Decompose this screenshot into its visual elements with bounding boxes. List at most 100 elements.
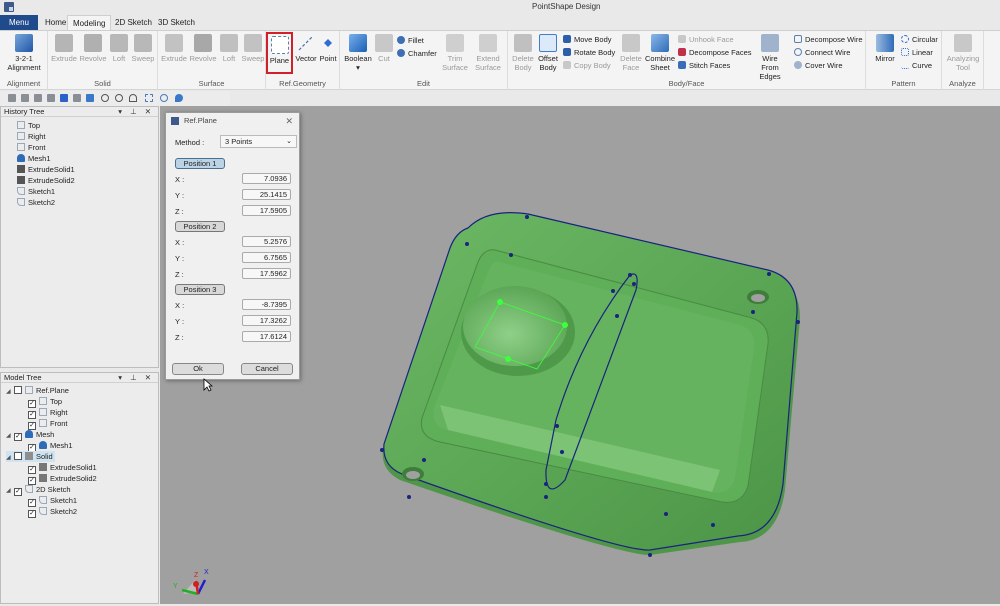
surface-revolve-button[interactable]: Revolve [189, 34, 217, 63]
expand-arrow-icon[interactable]: ◢ [6, 453, 14, 464]
connect-wire-button[interactable]: Connect Wire [794, 47, 850, 59]
position-1-button[interactable]: Position 1 [175, 158, 225, 169]
zoom-icon[interactable] [160, 94, 168, 102]
history-item[interactable]: Sketch1 [17, 186, 55, 197]
plane-point-3[interactable] [505, 356, 511, 362]
extend-surface-button[interactable]: Extend Surface [472, 34, 504, 72]
history-item[interactable]: ExtrudeSolid2 [17, 175, 75, 186]
position-3-y-field[interactable]: 17.3262 [242, 315, 291, 326]
fillet-button[interactable]: Fillet [397, 35, 424, 47]
mirror-button[interactable]: Mirror [872, 34, 898, 63]
dialog-close-button[interactable]: ✕ [285, 113, 293, 129]
surface-sweep-button[interactable]: Sweep [240, 34, 266, 63]
plane-point-2[interactable] [562, 322, 568, 328]
point-button[interactable]: Point [317, 34, 339, 63]
position-1-x-field[interactable]: 7.0936 [242, 173, 291, 184]
visibility-checkbox[interactable]: ✓ [14, 488, 22, 496]
solid-extrude-button[interactable]: Extrude [51, 34, 77, 63]
ok-button[interactable]: Ok [172, 363, 224, 375]
visibility-checkbox[interactable]: ✓ [14, 433, 22, 441]
stitch-faces-button[interactable]: Stitch Faces [678, 60, 730, 72]
model-item[interactable]: ✓ ExtrudeSolid1 [28, 462, 97, 474]
cut-button[interactable]: Cut [375, 34, 393, 63]
vector-button[interactable]: Vector [294, 34, 318, 63]
position-2-button[interactable]: Position 2 [175, 221, 225, 232]
position-1-z-field[interactable]: 17.5905 [242, 205, 291, 216]
position-3-button[interactable]: Position 3 [175, 284, 225, 295]
tab-3d-sketch[interactable]: 3D Sketch [153, 15, 200, 31]
surface-extrude-button[interactable]: Extrude [161, 34, 187, 63]
solid-revolve-button[interactable]: Revolve [79, 34, 107, 63]
expand-arrow-icon[interactable]: ◢ [6, 486, 14, 497]
zoom-fit-icon[interactable] [145, 94, 153, 102]
position-2-x-field[interactable]: 5.2576 [242, 236, 291, 247]
position-2-z-field[interactable]: 17.5962 [242, 268, 291, 279]
move-body-button[interactable]: Move Body [563, 34, 612, 46]
circular-pattern-button[interactable]: Circular [901, 34, 938, 46]
unhook-face-button[interactable]: Unhook Face [678, 34, 734, 46]
model-item[interactable]: ✓ Mesh1 [28, 440, 73, 452]
cancel-button[interactable]: Cancel [241, 363, 293, 375]
position-2-y-field[interactable]: 6.7565 [242, 252, 291, 263]
alignment-button[interactable]: 3-2-1 Alignment [4, 34, 44, 72]
model-item-mesh[interactable]: ◢ ✓ Mesh [6, 429, 54, 442]
tab-2d-sketch[interactable]: 2D Sketch [110, 15, 157, 31]
position-1-y-field[interactable]: 25.1415 [242, 189, 291, 200]
decompose-wire-button[interactable]: Decompose Wire [794, 34, 863, 46]
history-item[interactable]: Right [17, 131, 46, 142]
view-front-icon[interactable] [21, 94, 29, 102]
copy-body-button[interactable]: Copy Body [563, 60, 611, 72]
analyzing-tool-button[interactable]: Analyzing Tool [944, 34, 982, 72]
rotate-ccw-icon[interactable] [115, 94, 123, 102]
model-item[interactable]: ✓ Front [28, 418, 68, 430]
model-item[interactable]: ✓ ExtrudeSolid2 [28, 473, 97, 485]
visibility-checkbox[interactable] [14, 386, 22, 394]
visibility-checkbox[interactable] [14, 452, 22, 460]
history-item[interactable]: Top [17, 120, 40, 131]
history-item[interactable]: Front [17, 142, 46, 153]
tab-modeling[interactable]: Modeling [67, 15, 112, 31]
wire-from-edges-button[interactable]: Wire From Edges [753, 34, 787, 81]
view-bottom-icon[interactable] [86, 94, 94, 102]
view-back-icon[interactable] [34, 94, 42, 102]
view-top-icon[interactable] [73, 94, 81, 102]
delete-face-button[interactable]: Delete Face [618, 34, 644, 72]
trim-surface-button[interactable]: Trim Surface [440, 34, 470, 72]
model-item-2d-sketch[interactable]: ◢ ✓ 2D Sketch [6, 484, 71, 497]
method-select[interactable]: 3 Points ⌄ [220, 135, 297, 148]
visibility-checkbox[interactable]: ✓ [28, 510, 36, 518]
panel-controls[interactable]: ▾ ⊥ ✕ [118, 107, 154, 117]
panel-controls[interactable]: ▾ ⊥ ✕ [118, 373, 154, 383]
view-iso-icon[interactable] [8, 94, 16, 102]
history-item[interactable]: Mesh1 [17, 153, 51, 164]
expand-arrow-icon[interactable]: ◢ [6, 387, 14, 398]
solid-sweep-button[interactable]: Sweep [130, 34, 156, 63]
rotate-cw-icon[interactable] [101, 94, 109, 102]
model-item[interactable]: ✓ Sketch1 [28, 495, 77, 507]
rotate-flip-icon[interactable] [129, 94, 137, 102]
cover-wire-button[interactable]: Cover Wire [794, 60, 843, 72]
history-item[interactable]: ExtrudeSolid1 [17, 164, 75, 175]
tab-menu[interactable]: Menu [0, 15, 38, 31]
expand-arrow-icon[interactable]: ◢ [6, 431, 14, 442]
history-item[interactable]: Sketch2 [17, 197, 55, 208]
offset-body-button[interactable]: Offset Body [536, 34, 560, 72]
view-right-icon[interactable] [60, 94, 68, 102]
curve-pattern-button[interactable]: Curve [901, 60, 932, 72]
position-3-x-field[interactable]: -8.7395 [242, 299, 291, 310]
boolean-button[interactable]: Boolean ▾ [343, 34, 373, 72]
view-left-icon[interactable] [47, 94, 55, 102]
linear-pattern-button[interactable]: Linear [901, 47, 933, 59]
position-3-z-field[interactable]: 17.6124 [242, 331, 291, 342]
surface-loft-button[interactable]: Loft [219, 34, 239, 63]
model-item[interactable]: ✓ Right [28, 407, 68, 419]
combine-sheet-button[interactable]: Combine Sheet [645, 34, 675, 72]
delete-body-button[interactable]: Delete Body [510, 34, 536, 72]
model-item-solid[interactable]: ◢ Solid [6, 451, 55, 462]
rotate-body-button[interactable]: Rotate Body [563, 47, 615, 59]
model-item[interactable]: ✓ Top [28, 396, 62, 408]
shading-icon[interactable] [175, 94, 183, 102]
model-item[interactable]: ✓ Sketch2 [28, 506, 77, 518]
plane-point-1[interactable] [497, 299, 503, 305]
solid-loft-button[interactable]: Loft [109, 34, 129, 63]
